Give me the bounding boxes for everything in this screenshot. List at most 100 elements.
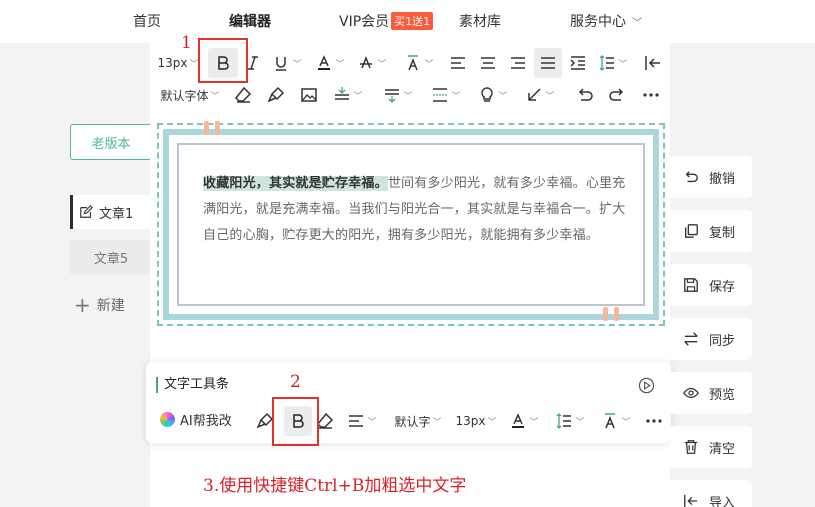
save-label: 保存 [709,279,736,295]
nav-vip-label: VIP会员 [339,14,390,30]
shortcut-hint: 3.使用快捷键Ctrl+B加粗选中文字 [203,476,467,496]
font-color-button[interactable]: ﹀ [315,48,345,78]
edit-icon [80,205,93,218]
align-center-icon [481,57,495,69]
align-justify-button[interactable] [534,48,562,78]
panel-more-button[interactable] [643,406,665,436]
indent-button[interactable] [567,48,589,78]
ai-logo-icon [160,412,175,427]
paragraph-spacing-after-icon [385,89,400,103]
eraser-icon [234,86,252,103]
article-template[interactable]: 收藏阳光，其实就是贮存幸福。世间有多少阳光，就有多少幸福。心里充满阳光，就是充满… [157,121,665,326]
chevron-down-icon: ﹀ [575,417,585,428]
exit-button[interactable] [642,48,664,78]
eraser-button[interactable] [232,80,254,110]
import-action-button[interactable]: 导入 [670,480,752,507]
annotation-box-2 [272,397,319,446]
nav-service[interactable]: 服务中心 ﹀ [570,11,642,31]
panel-title: 文字工具条 [156,377,229,393]
ai-rewrite-button[interactable]: AI帮我改 [160,410,232,429]
indent-icon [570,56,585,70]
top-nav: 首页 编辑器 VIP会员 买1送1 素材库 服务中心 ﹀ [0,0,815,43]
chevron-down-icon: ﹀ [498,91,508,102]
preview-action-button[interactable]: 预览 [670,372,752,414]
align-center-button[interactable] [477,48,499,78]
panel-font-family-select[interactable]: 默认字 ﹀ [392,406,444,436]
clear-label: 清空 [709,441,736,457]
play-icon[interactable] [638,377,655,394]
align-left-button[interactable] [447,48,469,78]
nav-service-label: 服务中心 [570,14,626,30]
align-left-icon [451,57,465,69]
chevron-down-icon: ﹀ [451,91,461,102]
format-painter-button[interactable] [265,80,287,110]
image-button[interactable] [298,80,320,110]
new-article-label: 新建 [96,298,125,314]
nav-vip[interactable]: VIP会员 买1送1 [339,11,434,31]
clear-action-button[interactable]: 清空 [670,426,752,468]
font-size-select[interactable]: 13px ﹀ [158,48,199,78]
panel-letter-spacing-button[interactable]: ﹀ [599,406,633,436]
sync-label: 同步 [709,333,736,349]
chevron-down-icon: ﹀ [432,417,442,428]
old-version-button[interactable]: 老版本 [70,124,152,160]
line-height-icon [600,55,615,71]
lightbulb-icon [481,87,494,102]
paragraph-spacing-before-button[interactable]: ﹀ [332,80,364,110]
undo-button[interactable] [574,80,596,110]
undo-icon [685,171,698,183]
more-icon [646,419,662,423]
nav-home[interactable]: 首页 [133,11,161,31]
save-icon [684,278,698,292]
margin-button[interactable]: ﹀ [429,80,463,110]
redo-button[interactable] [606,80,628,110]
preview-label: 预览 [709,387,736,403]
chevron-down-icon: ﹀ [353,91,363,102]
article-item-1[interactable]: 文章1 [70,195,152,229]
text-toolbar-panel: 文字工具条 AI帮我改 ﹀ 默认字 ﹀ 13px ﹀ ﹀ ﹀ ﹀ [146,362,671,443]
more-button[interactable] [640,80,662,110]
idea-button[interactable]: ﹀ [478,80,508,110]
letter-spacing-icon [408,55,419,71]
copy-action-button[interactable]: 复制 [670,210,752,252]
article-item-5[interactable]: 文章5 [70,240,152,274]
font-color-icon [318,55,331,70]
sync-action-button[interactable]: 同步 [670,318,752,360]
panel-align-button[interactable]: ﹀ [346,406,378,436]
font-family-select[interactable]: 默认字体 ﹀ [158,80,222,110]
copy-label: 复制 [709,225,736,241]
chevron-down-icon: ﹀ [367,417,377,428]
image-icon [301,88,317,102]
template-text[interactable]: 收藏阳光，其实就是贮存幸福。世间有多少阳光，就有多少幸福。心里充满阳光，就是充满… [203,171,627,249]
save-action-button[interactable]: 保存 [670,264,752,306]
underline-button[interactable]: ﹀ [272,48,302,78]
nav-materials[interactable]: 素材库 [459,11,501,31]
selected-text[interactable]: 收藏阳光，其实就是贮存幸福。 [203,176,388,191]
panel-font-size-select[interactable]: 13px ﹀ [454,406,498,436]
import-icon [684,494,698,507]
chevron-down-icon: ﹀ [292,59,302,70]
template-inner-border: 收藏阳光，其实就是贮存幸福。世间有多少阳光，就有多少幸福。心里充满阳光，就是充满… [177,143,645,306]
article-item-label: 文章1 [99,206,134,222]
letter-spacing-button[interactable]: ﹀ [402,48,436,78]
chevron-down-icon: ﹀ [210,91,220,102]
chevron-down-icon: ﹀ [621,417,631,428]
line-height-button[interactable]: ﹀ [597,48,629,78]
strikethrough-button[interactable]: ﹀ [357,48,387,78]
undo-icon [578,88,593,101]
panel-font-color-button[interactable]: ﹀ [509,406,539,436]
quote-mark-bottom [603,307,619,321]
annotation-number-1: 1 [181,33,192,53]
vip-promo-badge: 买1送1 [391,12,434,30]
panel-line-height-button[interactable]: ﹀ [554,406,586,436]
paragraph-spacing-after-button[interactable]: ﹀ [382,80,414,110]
sync-icon [684,332,698,346]
more-icon [643,93,659,97]
nav-editor[interactable]: 编辑器 [229,11,271,31]
arrow-insert-button[interactable]: ﹀ [525,80,555,110]
undo-action-button[interactable]: 撤销 [670,156,752,198]
plus-icon: + [74,293,91,317]
align-right-button[interactable] [507,48,529,78]
template-frame: 收藏阳光，其实就是贮存幸福。世间有多少阳光，就有多少幸福。心里充满阳光，就是充满… [163,129,659,320]
new-article-button[interactable]: + 新建 [74,295,125,315]
